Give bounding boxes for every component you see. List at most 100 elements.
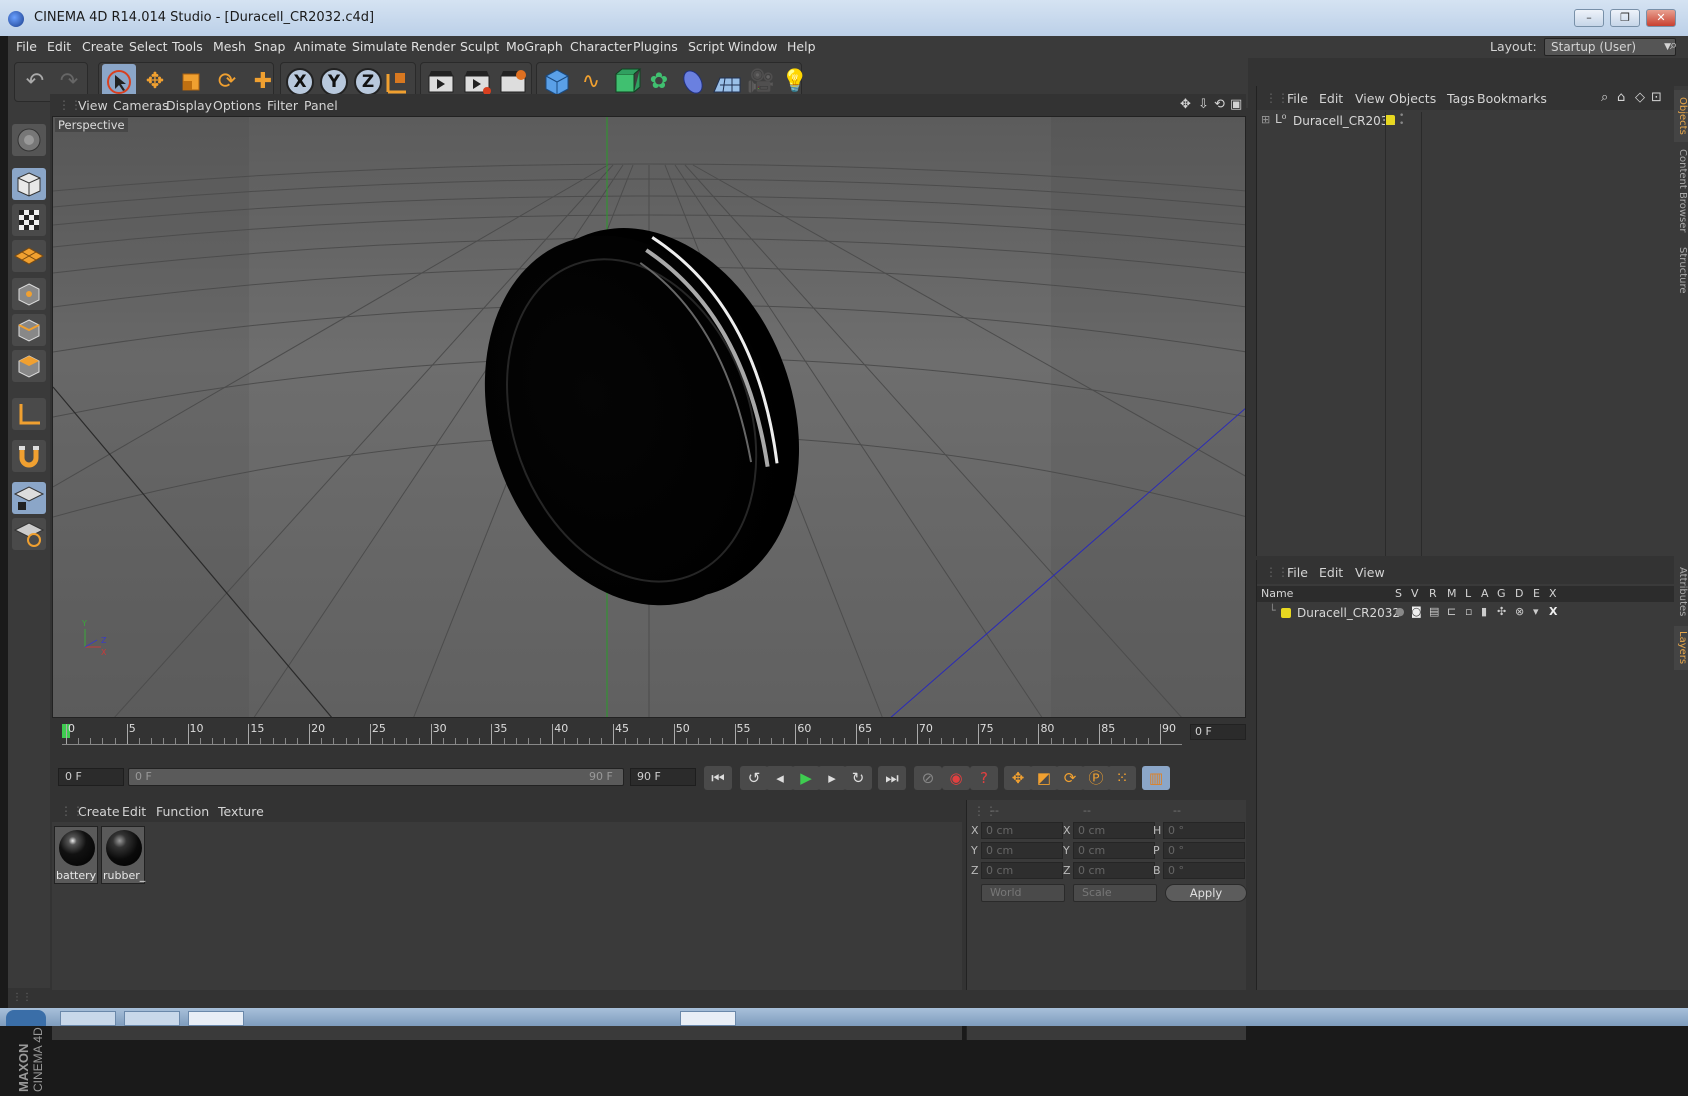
menu-animate[interactable]: Animate (294, 39, 346, 54)
menu-tools[interactable]: Tools (172, 39, 203, 54)
close-button[interactable]: ✕ (1646, 9, 1676, 27)
z-axis-lock-button[interactable]: Z (354, 68, 382, 96)
render-toggle-icon[interactable]: ▤ (1429, 605, 1439, 618)
menu-edit[interactable]: Edit (47, 39, 71, 54)
viewport-menu-display[interactable]: Display (166, 98, 212, 113)
rot-p-field[interactable]: 0 ° (1163, 842, 1245, 859)
taskbar-item-cinema4d[interactable] (680, 1011, 736, 1026)
viewport-menu-filter[interactable]: Filter (267, 98, 298, 113)
col-animation[interactable]: A (1481, 587, 1489, 600)
layer-name[interactable]: Duracell_CR2032 (1297, 606, 1400, 620)
om-menu-view[interactable]: View (1355, 91, 1385, 106)
material-menu-create[interactable]: Create (78, 804, 120, 819)
record-rotation-icon[interactable]: ⟳ (1056, 766, 1084, 790)
menu-simulate[interactable]: Simulate (352, 39, 407, 54)
om-menu-edit[interactable]: Edit (1319, 91, 1343, 106)
pos-y-field[interactable]: 0 cm (981, 842, 1063, 859)
view-toggle-icon[interactable]: ◙ (1411, 605, 1422, 618)
layer-row[interactable]: └ Duracell_CR2032 ● ◙ ▤ ⊏ ▫ ▮ ✣ ⊗ ▾ X (1257, 604, 1675, 622)
menu-window[interactable]: Window (728, 39, 777, 54)
record-scale-icon[interactable]: ◩ (1030, 766, 1058, 790)
coordinate-space-select[interactable]: World (981, 884, 1065, 902)
menu-mograph[interactable]: MoGraph (506, 39, 563, 54)
om-menu-tags[interactable]: Tags (1447, 91, 1475, 106)
edges-mode-icon[interactable] (12, 314, 46, 346)
taskbar-item[interactable] (188, 1011, 244, 1026)
menu-file[interactable]: File (16, 39, 37, 54)
menu-plugins[interactable]: Plugins (633, 39, 678, 54)
start-frame-field[interactable]: 0 F (58, 768, 124, 786)
expressions-toggle-icon[interactable]: ▾ (1533, 605, 1539, 618)
previous-frame-icon[interactable]: ◂ (766, 766, 794, 790)
viewport-menu-cameras[interactable]: Cameras (113, 98, 169, 113)
go-to-end-icon[interactable]: ⏭ (878, 766, 906, 790)
col-generators[interactable]: G (1497, 587, 1506, 600)
size-y-field[interactable]: 0 cm (1073, 842, 1155, 859)
apply-button[interactable]: Apply (1165, 884, 1247, 902)
snap-magnet-icon[interactable] (12, 440, 46, 472)
taskbar-item[interactable] (124, 1011, 180, 1026)
end-frame-field[interactable]: 90 F (630, 768, 696, 786)
size-z-field[interactable]: 0 cm (1073, 862, 1155, 879)
expand-icon[interactable]: ⊞ (1261, 113, 1270, 126)
record-position-icon[interactable]: ✥ (1004, 766, 1032, 790)
tab-objects[interactable]: Objects (1674, 90, 1688, 142)
viewport-maximize-icon[interactable]: ▣ (1230, 97, 1242, 112)
planar-workplane-icon[interactable] (12, 518, 46, 550)
viewport-dolly-icon[interactable]: ⇩ (1198, 97, 1209, 112)
tab-layers[interactable]: Layers (1674, 626, 1688, 670)
viewport-menu-view[interactable]: View (78, 98, 108, 113)
xref-toggle-icon[interactable]: X (1549, 605, 1557, 618)
col-name[interactable]: Name (1261, 587, 1293, 600)
menu-sculpt[interactable]: Sculpt (460, 39, 499, 54)
go-to-previous-key-icon[interactable]: ↺ (740, 766, 768, 790)
menu-character[interactable]: Character (570, 39, 632, 54)
col-view[interactable]: V (1411, 587, 1419, 600)
layer-color-swatch[interactable] (1281, 608, 1291, 618)
material-battery[interactable]: battery (54, 826, 98, 884)
model-mode-icon[interactable] (12, 168, 46, 200)
col-xref[interactable]: X (1549, 587, 1557, 600)
autokeying-icon[interactable]: ◉ (942, 766, 970, 790)
object-row[interactable]: ⊞ L⁰ Duracell_CR2032 • • (1257, 112, 1675, 130)
start-button[interactable] (6, 1010, 46, 1026)
col-deformers[interactable]: D (1515, 587, 1523, 600)
col-render[interactable]: R (1429, 587, 1437, 600)
rot-b-field[interactable]: 0 ° (1163, 862, 1245, 879)
object-axis-icon[interactable] (12, 398, 46, 430)
viewport-move-icon[interactable]: ✥ (1180, 97, 1191, 112)
go-to-next-key-icon[interactable]: ↻ (844, 766, 872, 790)
deformers-toggle-icon[interactable]: ⊗ (1515, 605, 1524, 618)
y-axis-lock-button[interactable]: Y (320, 68, 348, 96)
timeline-window-icon[interactable]: ▥ (1142, 766, 1170, 790)
material-menu-texture[interactable]: Texture (218, 804, 264, 819)
undo-icon[interactable]: ↶ (18, 64, 52, 100)
home-icon[interactable]: ⌂ (1617, 90, 1625, 105)
om-menu-bookmarks[interactable]: Bookmarks (1477, 91, 1547, 106)
object-name[interactable]: Duracell_CR2032 (1293, 114, 1396, 128)
rot-h-field[interactable]: 0 ° (1163, 822, 1245, 839)
material-menu-function[interactable]: Function (156, 804, 209, 819)
menu-render[interactable]: Render (411, 39, 456, 54)
current-frame-field[interactable]: 0 F (1190, 724, 1246, 740)
col-manager[interactable]: M (1447, 587, 1457, 600)
menu-script[interactable]: Script (688, 39, 724, 54)
tab-attributes[interactable]: Attributes (1674, 562, 1688, 622)
tab-content-browser[interactable]: Content Browser (1674, 146, 1688, 236)
keyframe-selection-icon[interactable]: ? (970, 766, 998, 790)
material-rubber[interactable]: rubber_ (101, 826, 145, 884)
viewport-rotate-icon[interactable]: ⟲ (1214, 97, 1225, 112)
manager-toggle-icon[interactable]: ⊏ (1447, 605, 1456, 618)
pos-z-field[interactable]: 0 cm (981, 862, 1063, 879)
minimize-button[interactable]: – (1574, 9, 1604, 27)
workplane-mode-icon[interactable] (12, 240, 46, 272)
record-keys-icon[interactable]: ⊘ (914, 766, 942, 790)
layout-dropdown[interactable]: Startup (User) ▼ (1544, 38, 1676, 56)
points-mode-icon[interactable] (12, 278, 46, 310)
menu-help[interactable]: Help (787, 39, 816, 54)
tab-structure[interactable]: Structure (1674, 240, 1688, 300)
lm-menu-file[interactable]: File (1287, 565, 1308, 580)
polygons-mode-icon[interactable] (12, 350, 46, 382)
go-to-start-icon[interactable]: ⏮ (704, 766, 732, 790)
frame-range-slider[interactable]: 0 F 90 F (128, 768, 624, 786)
